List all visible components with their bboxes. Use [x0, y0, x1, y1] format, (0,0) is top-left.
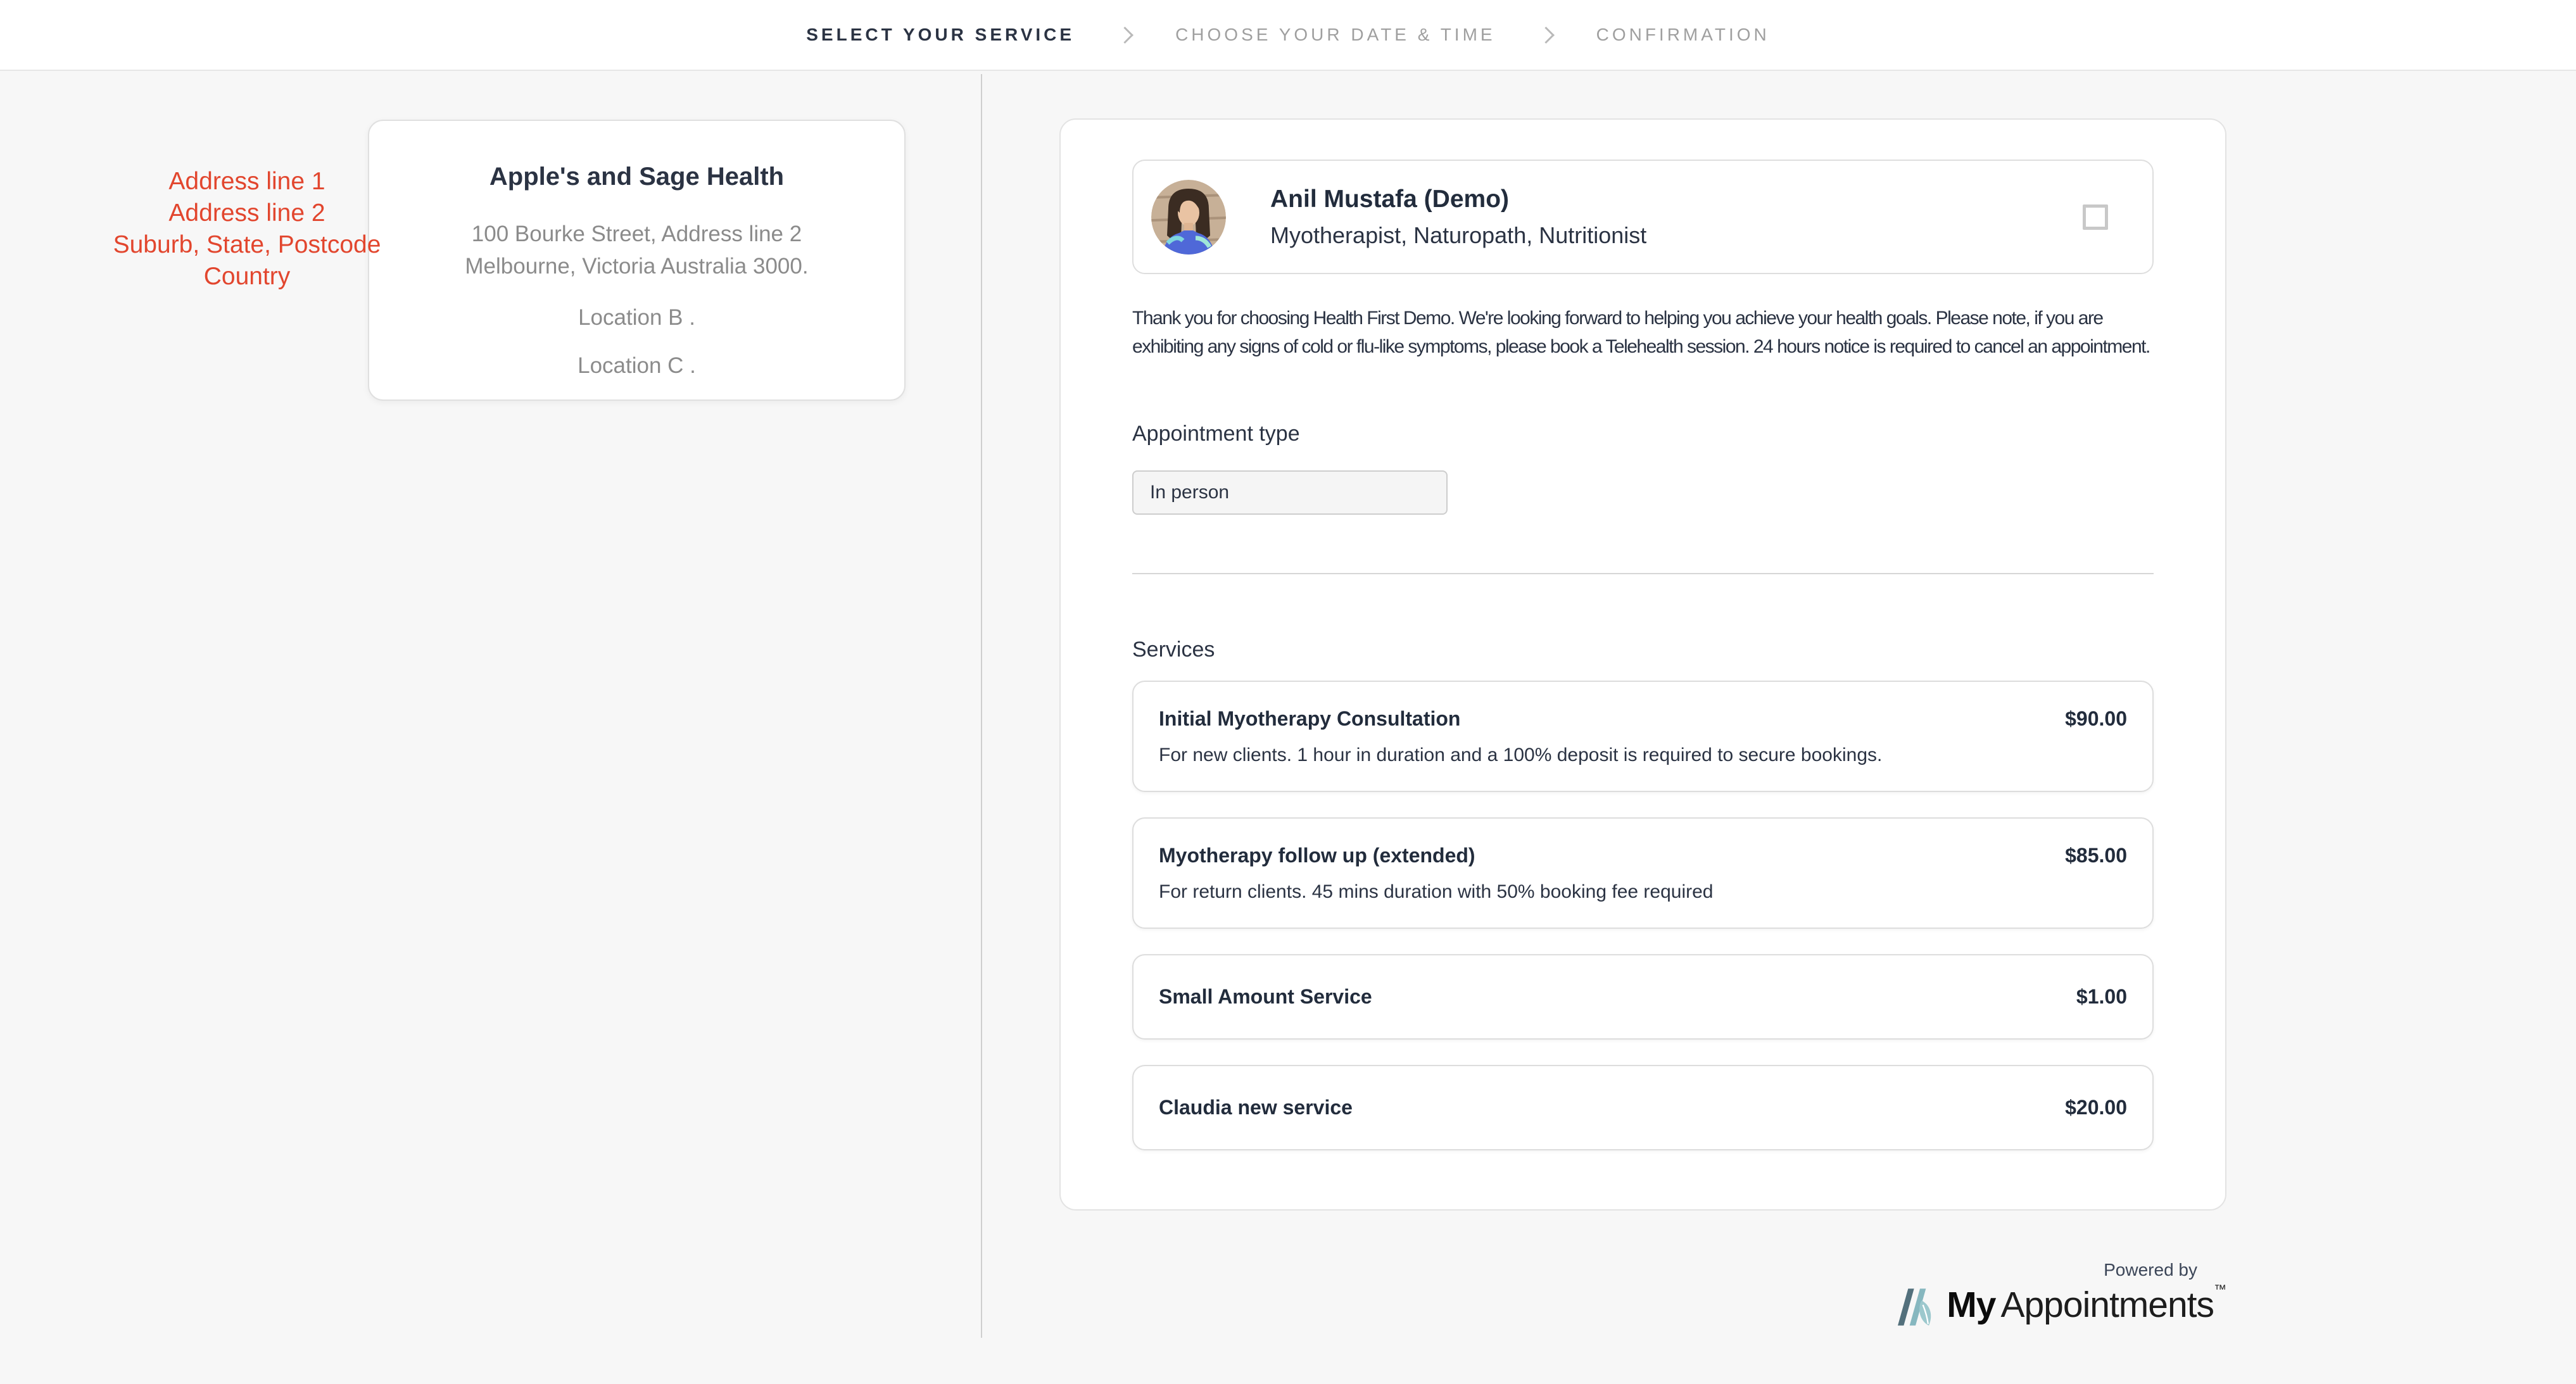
- step-select-service[interactable]: SELECT YOUR SERVICE: [806, 25, 1075, 45]
- service-name: Initial Myotherapy Consultation: [1159, 707, 1460, 731]
- service-name: Myotherapy follow up (extended): [1159, 844, 1475, 867]
- service-description: For return clients. 45 mins duration wit…: [1159, 881, 2127, 903]
- intro-text: Thank you for choosing Health First Demo…: [1132, 304, 2154, 361]
- step-choose-date-time[interactable]: CHOOSE YOUR DATE & TIME: [1175, 25, 1496, 45]
- service-card[interactable]: Initial Myotherapy Consultation $90.00 F…: [1132, 681, 2154, 792]
- practitioner-photo: [1151, 180, 1226, 255]
- footer-brand: Powered by My Appointments ™: [1783, 1260, 2226, 1327]
- service-name: Small Amount Service: [1159, 985, 1372, 1009]
- brand-my: My: [1947, 1284, 1995, 1326]
- service-card[interactable]: Claudia new service $20.00: [1132, 1065, 2154, 1150]
- note-line: Country: [95, 261, 399, 293]
- brand-appointments: Appointments: [2000, 1284, 2214, 1326]
- chevron-right-icon: [1116, 27, 1133, 44]
- booking-panel: Anil Mustafa (Demo) Myotherapist, Naturo…: [1059, 118, 2226, 1211]
- my-appointments-logo-icon: [1895, 1283, 1936, 1327]
- service-price: $1.00: [2076, 985, 2127, 1009]
- note-line: Address line 1: [95, 166, 399, 198]
- chevron-right-icon: [1537, 27, 1555, 44]
- note-line: Suburb, State, Postcode: [95, 229, 399, 261]
- service-price: $20.00: [2065, 1096, 2127, 1119]
- service-price: $90.00: [2065, 707, 2127, 731]
- services-label: Services: [1132, 638, 2154, 662]
- stepper-bar: SELECT YOUR SERVICE CHOOSE YOUR DATE & T…: [0, 0, 2576, 71]
- step-confirmation[interactable]: CONFIRMATION: [1596, 25, 1770, 45]
- business-location-c: Location C .: [420, 353, 854, 379]
- service-card[interactable]: Small Amount Service $1.00: [1132, 954, 2154, 1040]
- practitioner-info: Anil Mustafa (Demo) Myotherapist, Naturo…: [1270, 186, 1646, 249]
- brand-trademark: ™: [2214, 1283, 2226, 1297]
- business-name: Apple's and Sage Health: [420, 163, 854, 191]
- practitioner-name: Anil Mustafa (Demo): [1270, 186, 1646, 213]
- select-practitioner-checkbox[interactable]: [2083, 204, 2108, 230]
- appointment-type-value: In person: [1150, 482, 1229, 503]
- service-card[interactable]: Myotherapy follow up (extended) $85.00 F…: [1132, 817, 2154, 929]
- service-name: Claudia new service: [1159, 1096, 1353, 1119]
- note-line: Address line 2: [95, 198, 399, 229]
- business-address: 100 Bourke Street, Address line 2 Melbou…: [420, 218, 854, 282]
- service-price: $85.00: [2065, 844, 2127, 867]
- section-divider: [1132, 573, 2154, 574]
- brand-row: My Appointments ™: [1783, 1283, 2226, 1327]
- practitioner-roles: Myotherapist, Naturopath, Nutritionist: [1270, 222, 1646, 249]
- powered-by-label: Powered by: [1783, 1260, 2226, 1280]
- service-description: For new clients. 1 hour in duration and …: [1159, 745, 2127, 766]
- practitioner-card[interactable]: Anil Mustafa (Demo) Myotherapist, Naturo…: [1132, 160, 2154, 274]
- address-placeholder-note: Address line 1 Address line 2 Suburb, St…: [95, 166, 399, 293]
- business-card: Apple's and Sage Health 100 Bourke Stree…: [368, 120, 906, 401]
- appointment-type-select[interactable]: In person: [1132, 470, 1448, 515]
- appointment-type-label: Appointment type: [1132, 422, 2154, 446]
- business-location-b: Location B .: [420, 305, 854, 330]
- vertical-divider: [981, 74, 982, 1338]
